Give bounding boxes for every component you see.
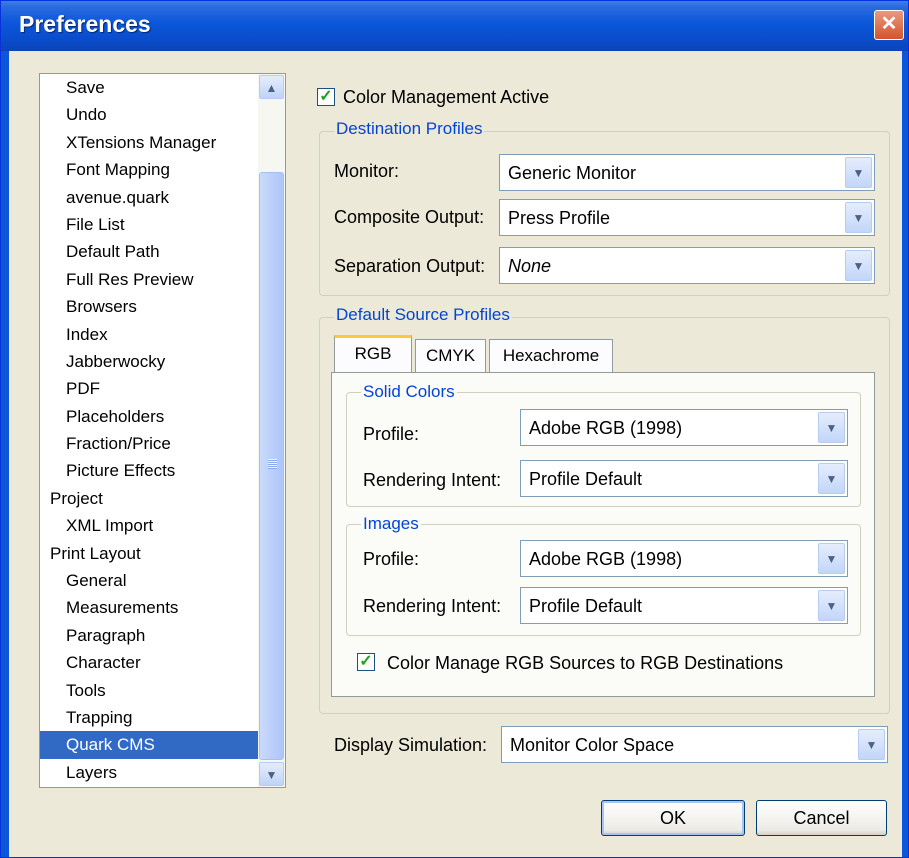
window-border-right — [902, 51, 908, 857]
separation-output-label: Separation Output: — [334, 256, 486, 276]
images-rendering-intent-value: Profile Default — [529, 596, 643, 616]
display-simulation-select[interactable]: Monitor Color Space ▼ — [501, 726, 888, 763]
ok-button[interactable]: OK — [601, 800, 745, 836]
window-border-left — [1, 51, 9, 857]
display-simulation-value: Monitor Color Space — [510, 735, 675, 755]
sidebar-item[interactable]: Placeholders — [40, 403, 258, 430]
destination-profiles-title: Destination Profiles — [334, 119, 485, 139]
sidebar-item[interactable]: PDF — [40, 375, 258, 402]
color-manage-rgb-label: Color Manage RGB Sources to RGB Destinat… — [387, 653, 784, 673]
sidebar-item[interactable]: Font Mapping — [40, 156, 258, 183]
chevron-down-icon[interactable]: ▼ — [818, 412, 845, 443]
checkmark-icon: ✓ — [359, 653, 373, 670]
solid-profile-select[interactable]: Adobe RGB (1998) ▼ — [520, 409, 848, 446]
images-title: Images — [361, 514, 421, 534]
window-title: Preferences — [19, 11, 151, 37]
sidebar-item[interactable]: Print Layout — [40, 540, 258, 567]
sidebar-item[interactable]: Save — [40, 74, 258, 101]
monitor-select[interactable]: Generic Monitor ▼ — [499, 154, 875, 191]
solid-rendering-intent-label: Rendering Intent: — [363, 470, 502, 490]
close-button[interactable]: ✕ — [874, 10, 904, 40]
checkmark-icon: ✓ — [319, 88, 333, 105]
sidebar-item[interactable]: General — [40, 567, 258, 594]
images-rendering-intent-label: Rendering Intent: — [363, 596, 502, 616]
solid-profile-label: Profile: — [363, 424, 420, 444]
sidebar-item[interactable]: Default Path — [40, 238, 258, 265]
chevron-down-icon[interactable]: ▼ — [845, 202, 872, 233]
grip-icon — [268, 459, 277, 469]
composite-output-select[interactable]: Press Profile ▼ — [499, 199, 875, 236]
close-icon: ✕ — [880, 13, 898, 35]
sidebar-item[interactable]: Project — [40, 485, 258, 512]
sidebar-item[interactable]: Picture Effects — [40, 457, 258, 484]
tab-cmyk[interactable]: CMYK — [415, 339, 486, 373]
sidebar-item[interactable]: Jabberwocky — [40, 348, 258, 375]
sidebar-item[interactable]: Tools — [40, 677, 258, 704]
sidebar-item[interactable]: XML Import — [40, 512, 258, 539]
sidebar-item[interactable]: Quark CMS — [40, 731, 258, 759]
chevron-down-icon[interactable]: ▼ — [845, 157, 872, 188]
category-list[interactable]: Save Undo XTensions Manager Font Mapping ave… — [39, 73, 286, 788]
color-management-active-checkbox[interactable]: ✓ — [317, 88, 335, 106]
color-manage-rgb-checkbox[interactable]: ✓ — [357, 653, 375, 671]
composite-output-value: Press Profile — [508, 208, 611, 228]
list-scrollbar[interactable]: ▲ ▼ — [258, 74, 285, 787]
sidebar-item[interactable]: Full Res Preview — [40, 266, 258, 293]
color-management-active-label: Color Management Active — [343, 87, 550, 107]
tab-rgb[interactable]: RGB — [334, 335, 412, 372]
images-rendering-intent-select[interactable]: Profile Default ▼ — [520, 587, 848, 624]
tab-hexachrome[interactable]: Hexachrome — [489, 339, 613, 373]
scroll-up-button[interactable]: ▲ — [259, 75, 284, 99]
scroll-thumb[interactable] — [259, 172, 284, 760]
chevron-down-icon[interactable]: ▼ — [818, 463, 845, 494]
sidebar-item[interactable]: Undo — [40, 101, 258, 128]
monitor-label: Monitor: — [334, 161, 400, 181]
sidebar-item[interactable]: Character — [40, 649, 258, 676]
rgb-tab-panel: Solid Colors Profile: Adobe RGB (1998) ▼… — [331, 372, 875, 697]
solid-colors-title: Solid Colors — [361, 382, 457, 402]
chevron-down-icon: ▼ — [265, 768, 278, 782]
monitor-value: Generic Monitor — [508, 163, 637, 183]
chevron-up-icon: ▲ — [265, 81, 278, 95]
title-bar[interactable]: Preferences ✕ — [1, 1, 908, 51]
composite-output-label: Composite Output: — [334, 207, 485, 227]
sidebar-item[interactable]: avenue.quark — [40, 184, 258, 211]
sidebar-item[interactable]: Trapping — [40, 704, 258, 731]
sidebar-item[interactable]: Index — [40, 321, 258, 348]
solid-profile-value: Adobe RGB (1998) — [529, 418, 683, 438]
separation-output-value: None — [508, 256, 552, 276]
default-source-profiles-title: Default Source Profiles — [334, 305, 512, 325]
sidebar-item[interactable]: Measurements — [40, 594, 258, 621]
images-profile-label: Profile: — [363, 549, 420, 569]
solid-rendering-intent-value: Profile Default — [529, 469, 643, 489]
solid-rendering-intent-select[interactable]: Profile Default ▼ — [520, 460, 848, 497]
scroll-down-button[interactable]: ▼ — [259, 762, 284, 786]
sidebar-item[interactable]: File List — [40, 211, 258, 238]
sidebar-item[interactable]: Fraction/Price — [40, 430, 258, 457]
cancel-button[interactable]: Cancel — [756, 800, 887, 836]
sidebar-item[interactable]: Paragraph — [40, 622, 258, 649]
chevron-down-icon[interactable]: ▼ — [858, 729, 885, 760]
category-list-items: Save Undo XTensions Manager Font Mapping ave… — [40, 74, 258, 786]
sidebar-item[interactable]: Layers — [40, 759, 258, 786]
chevron-down-icon[interactable]: ▼ — [818, 590, 845, 621]
sidebar-item[interactable]: XTensions Manager — [40, 129, 258, 156]
images-profile-value: Adobe RGB (1998) — [529, 549, 683, 569]
display-simulation-label: Display Simulation: — [334, 735, 488, 755]
preferences-dialog: Preferences ✕ Save Undo XTensions Manager F… — [0, 0, 909, 858]
chevron-down-icon[interactable]: ▼ — [818, 543, 845, 574]
separation-output-select[interactable]: None ▼ — [499, 247, 875, 284]
chevron-down-icon[interactable]: ▼ — [845, 250, 872, 281]
images-profile-select[interactable]: Adobe RGB (1998) ▼ — [520, 540, 848, 577]
sidebar-item[interactable]: Browsers — [40, 293, 258, 320]
